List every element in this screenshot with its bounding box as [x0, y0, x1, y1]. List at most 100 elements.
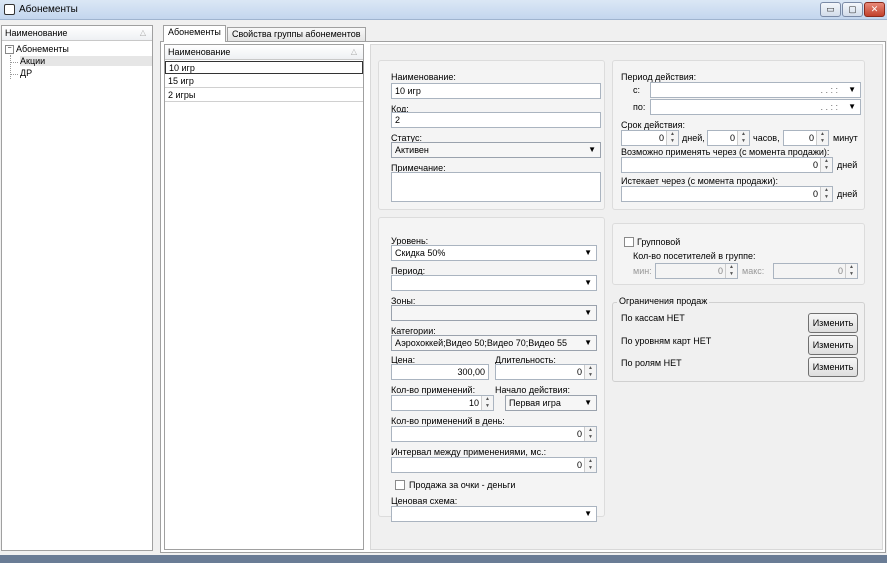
- spinner-icon[interactable]: ▲ ▼: [584, 365, 596, 379]
- chevron-down-icon: ▼: [584, 398, 592, 407]
- start-label: Начало действия:: [495, 385, 570, 395]
- start-value: Первая игра: [509, 398, 561, 408]
- window-title: Абонементы: [19, 4, 78, 15]
- price-input[interactable]: 300,00: [391, 364, 489, 380]
- group-max-value: 0: [837, 266, 843, 276]
- window-titlebar: Абонементы ▭ ▢ ✕: [0, 0, 887, 20]
- period2-select[interactable]: ▼: [391, 275, 597, 291]
- tree-item-akcii[interactable]: Акции: [20, 56, 152, 66]
- level-select[interactable]: Скидка 50% ▼: [391, 245, 597, 261]
- expires-after-input[interactable]: 0 ▲ ▼: [621, 186, 833, 202]
- chevron-down-icon: ▼: [584, 338, 592, 347]
- chevron-down-icon: ▼: [584, 248, 592, 257]
- change-cash-button[interactable]: Изменить: [808, 313, 858, 333]
- uses-input[interactable]: 10 ▲ ▼: [391, 395, 494, 411]
- days-unit: дней,: [682, 133, 705, 143]
- group-tree[interactable]: Наименование △ − Абонементы Акции ДР: [1, 25, 153, 551]
- code-input[interactable]: 2: [391, 112, 601, 128]
- expires-after-value: 0: [812, 189, 818, 199]
- hours-unit: часов,: [753, 133, 780, 143]
- expires-after-label: Истекает через (с момента продажи):: [621, 176, 778, 186]
- status-value: Активен: [395, 145, 429, 155]
- price-scheme-label: Ценовая схема:: [391, 496, 458, 506]
- spinner-icon[interactable]: ▲ ▼: [481, 396, 493, 410]
- tree-root-node[interactable]: − Абонементы: [5, 44, 69, 55]
- period-to-input[interactable]: . . : : ▼: [650, 99, 861, 115]
- interval-value: 0: [576, 460, 582, 470]
- maximize-button[interactable]: ▢: [842, 2, 863, 17]
- group-checkbox[interactable]: [624, 237, 634, 247]
- spinner-icon[interactable]: ▲ ▼: [816, 131, 828, 145]
- status-select[interactable]: Активен ▼: [391, 142, 601, 158]
- tab-subscriptions[interactable]: Абонементы: [163, 25, 226, 42]
- uses-per-day-input[interactable]: 0 ▲ ▼: [391, 426, 597, 442]
- duration-minutes-input[interactable]: 0 ▲ ▼: [783, 130, 829, 146]
- uses-label: Кол-во применений:: [391, 385, 476, 395]
- group-max-label: макс:: [742, 266, 765, 276]
- period-label: Период действия:: [621, 72, 697, 82]
- tree-line: [10, 74, 18, 75]
- minimize-button[interactable]: ▭: [820, 2, 841, 17]
- length-input[interactable]: 0 ▲ ▼: [495, 364, 597, 380]
- chevron-down-icon: ▼: [848, 102, 856, 111]
- apply-after-input[interactable]: 0 ▲ ▼: [621, 157, 833, 173]
- spinner-icon[interactable]: ▲ ▼: [584, 458, 596, 472]
- app-icon: [4, 4, 15, 15]
- group-min-input[interactable]: 0 ▲ ▼: [655, 263, 738, 279]
- start-select[interactable]: Первая игра ▼: [505, 395, 597, 411]
- spinner-icon[interactable]: ▲ ▼: [725, 264, 737, 278]
- period-from-value: . . : :: [820, 85, 838, 95]
- spinner-icon[interactable]: ▲ ▼: [737, 131, 749, 145]
- list-item[interactable]: 2 игры: [165, 89, 363, 102]
- group-checkbox-label: Групповой: [637, 237, 681, 247]
- uses-value: 10: [468, 398, 479, 408]
- name-label: Наименование:: [391, 72, 456, 82]
- restriction-by-roles: По ролям НЕТ: [621, 358, 682, 368]
- change-roles-button[interactable]: Изменить: [808, 357, 858, 377]
- sort-icon: △: [139, 28, 146, 37]
- duration-hours-value: 0: [729, 133, 735, 143]
- minutes-unit: минут: [833, 133, 858, 143]
- tree-item-dr[interactable]: ДР: [20, 68, 32, 78]
- spinner-icon[interactable]: ▲ ▼: [820, 158, 832, 172]
- group-max-input[interactable]: 0 ▲ ▼: [773, 263, 858, 279]
- price-scheme-select[interactable]: ▼: [391, 506, 597, 522]
- spinner-icon[interactable]: ▲ ▼: [845, 264, 857, 278]
- tree-column-header-label: Наименование: [5, 28, 68, 38]
- period-to-value: . . : :: [820, 102, 838, 112]
- restriction-by-cash: По кассам НЕТ: [621, 313, 685, 323]
- level-value: Скидка 50%: [395, 248, 446, 258]
- change-card-levels-button[interactable]: Изменить: [808, 335, 858, 355]
- spinner-icon[interactable]: ▲ ▼: [666, 131, 678, 145]
- spinner-icon[interactable]: ▲ ▼: [584, 427, 596, 441]
- tree-line: [10, 55, 11, 79]
- group-count-label: Кол-во посетителей в группе:: [633, 251, 756, 261]
- tree-root-label: Абонементы: [16, 44, 69, 54]
- duration-hours-input[interactable]: 0 ▲ ▼: [707, 130, 750, 146]
- tab-group-properties[interactable]: Свойства группы абонементов: [227, 27, 366, 41]
- window-bottom-border: [0, 555, 887, 563]
- categories-select[interactable]: Аэрохоккей;Видео 50;Видео 70;Видео 55 ▼: [391, 335, 597, 351]
- restriction-by-card-levels: По уровням карт НЕТ: [621, 336, 712, 346]
- interval-input[interactable]: 0 ▲ ▼: [391, 457, 597, 473]
- duration-days-input[interactable]: 0 ▲ ▼: [621, 130, 679, 146]
- collapse-icon[interactable]: −: [5, 45, 14, 55]
- duration-minutes-value: 0: [808, 133, 814, 143]
- categories-value: Аэрохоккей;Видео 50;Видео 70;Видео 55: [395, 338, 568, 348]
- points-sale-checkbox[interactable]: [395, 480, 405, 490]
- length-value: 0: [576, 367, 582, 377]
- period-from-input[interactable]: . . : : ▼: [650, 82, 861, 98]
- close-button[interactable]: ✕: [864, 2, 885, 17]
- chevron-down-icon: ▼: [584, 509, 592, 518]
- restrictions-title: Ограничения продаж: [617, 296, 710, 306]
- subscription-form: Наименование: 10 игр Код: 2 Статус: Акти…: [370, 44, 883, 550]
- zones-select[interactable]: ▼: [391, 305, 597, 321]
- subscription-list[interactable]: Наименование △ 10 игр 15 игр 2 игры: [164, 44, 364, 550]
- list-item[interactable]: 15 игр: [165, 75, 363, 88]
- list-item[interactable]: 10 игр: [165, 61, 363, 74]
- tree-column-header[interactable]: Наименование △: [2, 26, 152, 41]
- spinner-icon[interactable]: ▲ ▼: [820, 187, 832, 201]
- note-textarea[interactable]: [391, 172, 601, 202]
- name-input[interactable]: 10 игр: [391, 83, 601, 99]
- list-column-header[interactable]: Наименование △: [165, 45, 363, 60]
